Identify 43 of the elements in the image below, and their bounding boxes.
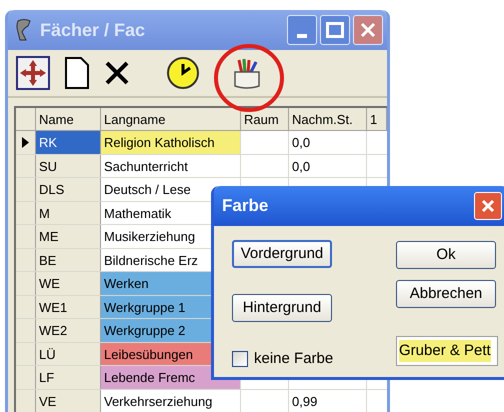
close-button[interactable] (353, 15, 383, 45)
sample-text: Gruber & Pett (399, 340, 491, 362)
table-cell: WE (36, 272, 101, 294)
dialog-button[interactable]: Hintergrund (232, 294, 332, 322)
table-cell: LF (36, 366, 101, 388)
table-cell: WE1 (36, 296, 101, 318)
dialog-button[interactable]: Vordergrund (232, 240, 332, 268)
table-cell: Religion Katholisch (101, 131, 241, 154)
dialog-button[interactable]: Ok (396, 241, 496, 269)
new-page-icon[interactable] (64, 57, 90, 89)
maximize-button[interactable] (320, 15, 350, 45)
window-title: Fächer / Fac (40, 18, 146, 42)
table-cell: 0,99 (292, 394, 318, 408)
table-cell: VE (36, 390, 101, 412)
table-cell: 0,0 (292, 158, 310, 174)
checkbox[interactable] (232, 351, 248, 368)
table-cell: 0,0 (292, 135, 310, 150)
highlight-circle (213, 43, 285, 113)
table-cell: M (36, 202, 101, 224)
close-icon (481, 199, 495, 213)
table-cell: LÜ (36, 342, 101, 365)
checkbox-label: keine Farbe (254, 349, 334, 369)
minimize-icon (297, 34, 307, 38)
move-icon[interactable] (16, 56, 50, 90)
table-cell: SU (36, 154, 101, 177)
table-cell: ME (36, 225, 101, 248)
table-cell: DLS (36, 178, 101, 200)
column-header[interactable]: Name (36, 108, 101, 130)
maximize-icon (326, 22, 344, 38)
table-cell: WE2 (36, 319, 101, 342)
table-cell: RK (36, 131, 101, 154)
column-header[interactable]: 1 (367, 108, 387, 130)
row-header[interactable] (16, 131, 36, 154)
column-header[interactable]: Nachm.St. (289, 108, 367, 130)
table-cell: BE (36, 248, 101, 271)
column-header[interactable]: Langname (101, 108, 241, 130)
dialog-button[interactable]: Abbrechen (396, 280, 496, 308)
table-cell: Verkehrserziehung (101, 390, 241, 412)
delete-icon[interactable] (104, 60, 130, 86)
column-header[interactable]: Raum (241, 108, 289, 130)
minimize-button[interactable] (287, 15, 317, 45)
close-icon (360, 22, 376, 38)
clock-icon[interactable] (166, 56, 200, 90)
